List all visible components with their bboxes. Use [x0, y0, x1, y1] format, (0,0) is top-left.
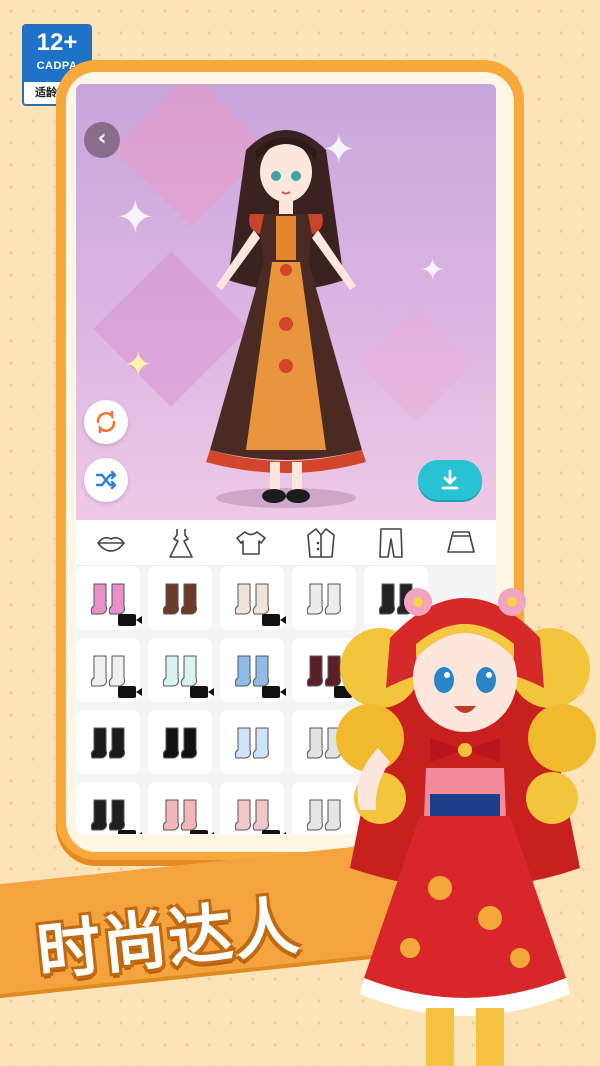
shoe-icon	[234, 655, 269, 687]
age-rating-number: 12+	[36, 29, 78, 56]
shoe-item[interactable]	[220, 566, 286, 630]
shoe-icon	[234, 799, 269, 831]
shoe-item[interactable]	[76, 638, 142, 702]
shoe-icon	[90, 655, 125, 687]
category-top[interactable]	[231, 525, 271, 561]
shoe-item[interactable]	[220, 710, 284, 774]
shoe-icon	[90, 799, 125, 831]
shuffle-button[interactable]	[84, 458, 128, 502]
shoe-icon	[162, 583, 197, 615]
video-camera-icon	[118, 686, 142, 698]
video-camera-icon	[118, 614, 142, 626]
video-camera-icon	[118, 830, 142, 834]
shoe-icon	[90, 583, 125, 615]
sparkle-icon: ✦	[124, 345, 153, 385]
sparkle-icon: ✦	[420, 253, 446, 288]
shoe-item[interactable]	[148, 566, 212, 630]
lips-icon	[96, 536, 126, 552]
shoe-item[interactable]	[148, 782, 214, 834]
dress-icon	[169, 528, 193, 558]
shoe-icon	[90, 727, 125, 759]
chevron-left-icon: ‹	[97, 126, 107, 151]
back-button[interactable]: ‹	[84, 122, 120, 158]
shoe-icon	[162, 727, 197, 759]
video-camera-icon	[262, 686, 286, 698]
shoe-icon	[234, 727, 269, 759]
refresh-icon	[96, 410, 116, 434]
doll-character	[206, 130, 366, 508]
video-camera-icon	[190, 686, 214, 698]
video-camera-icon	[262, 614, 286, 626]
shoe-item[interactable]	[76, 710, 140, 774]
shoe-icon	[234, 583, 269, 615]
download-button[interactable]	[418, 460, 482, 500]
shoe-item[interactable]	[148, 638, 214, 702]
top-icon	[236, 530, 266, 555]
sparkle-icon: ✦	[116, 190, 155, 244]
shoe-icon	[162, 655, 197, 687]
refresh-button[interactable]	[84, 400, 128, 444]
shoe-item[interactable]	[148, 710, 212, 774]
shoe-item[interactable]	[220, 638, 286, 702]
shoe-icon	[162, 799, 197, 831]
mascot-character	[336, 588, 596, 1066]
download-icon	[441, 469, 459, 490]
video-camera-icon	[190, 830, 214, 834]
shoe-item[interactable]	[76, 782, 142, 834]
dressing-stage: ✦ ✦ ✦ ✦ ‹	[76, 84, 496, 520]
shoe-item[interactable]	[76, 566, 142, 630]
category-dress[interactable]	[161, 525, 201, 561]
shuffle-icon	[95, 470, 117, 490]
shoe-item[interactable]	[220, 782, 286, 834]
category-lips[interactable]	[91, 525, 131, 561]
video-camera-icon	[262, 830, 286, 834]
